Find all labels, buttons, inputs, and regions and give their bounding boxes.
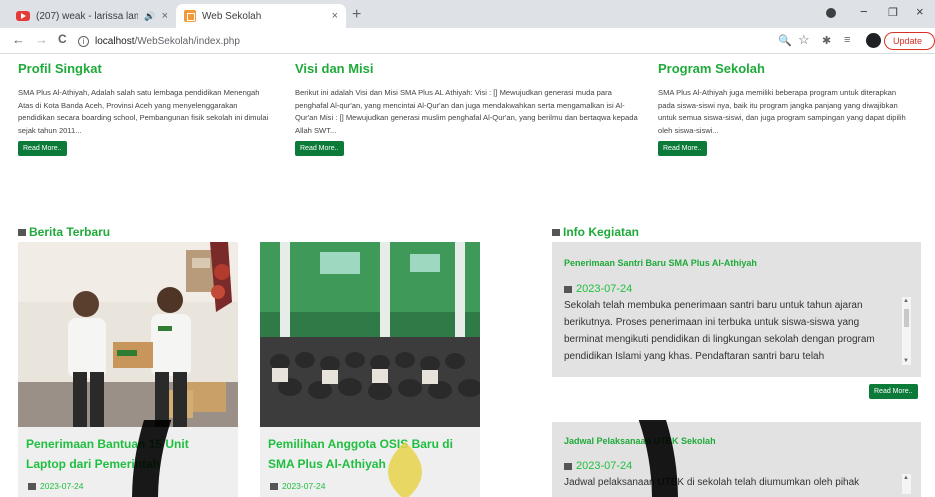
news-date-value: 2023-07-24: [282, 481, 326, 491]
url-host: localhost: [95, 35, 135, 47]
scroll-down-icon[interactable]: ▼: [903, 358, 909, 364]
profil-read-more-button[interactable]: Read More..: [18, 141, 67, 156]
forward-button[interactable]: →: [35, 32, 48, 47]
media-icon[interactable]: ≡: [844, 34, 850, 46]
visi-misi-text: Berikut ini adalah Visi dan Misi SMA Plu…: [295, 88, 638, 135]
info-scrollbar[interactable]: ▲ ▼: [902, 297, 911, 365]
news-title[interactable]: Pemilihan Anggota OSIS Baru di SMA Plus …: [268, 434, 473, 474]
info-read-more-button[interactable]: Read More..: [869, 384, 918, 399]
info-date: 2023-07-24: [564, 283, 632, 295]
close-tab-icon[interactable]: ×: [332, 10, 338, 22]
berita-heading-label: Berita Terbaru: [29, 225, 111, 239]
address-bar[interactable]: i localhost/WebSekolah/index.php: [78, 31, 820, 51]
update-button[interactable]: Update: [884, 32, 935, 50]
reload-button[interactable]: C: [58, 32, 67, 46]
info-heading: Info Kegiatan: [552, 225, 639, 239]
visi-misi-read-more-button[interactable]: Read More..: [295, 141, 344, 156]
profil-text: SMA Plus Al-Athiyah, Adalah salah satu l…: [18, 88, 269, 135]
browser-toolbar: ← → C i localhost/WebSekolah/index.php 🔍…: [0, 28, 935, 54]
page-content: Profil Singkat SMA Plus Al-Athiyah, Adal…: [0, 55, 935, 497]
minimize-button[interactable]: −: [860, 4, 868, 19]
info-date-value: 2023-07-24: [576, 460, 633, 472]
program-read-more-button[interactable]: Read More..: [658, 141, 707, 156]
news-card[interactable]: Pemilihan Anggota OSIS Baru di SMA Plus …: [260, 242, 480, 497]
close-tab-icon[interactable]: ×: [162, 10, 168, 22]
url-path: /WebSekolah/index.php: [134, 35, 240, 47]
info-text: Sekolah telah membuka penerimaan santri …: [564, 300, 875, 362]
recording-icon[interactable]: [826, 8, 836, 18]
info-title[interactable]: Penerimaan Santri Baru SMA Plus Al-Athiy…: [564, 258, 757, 268]
berita-heading: Berita Terbaru: [18, 225, 110, 239]
youtube-icon: [16, 11, 30, 21]
info-heading-label: Info Kegiatan: [563, 225, 640, 239]
news-date-value: 2023-07-24: [40, 481, 84, 491]
news-photo-illustration: [260, 242, 480, 427]
profile-avatar[interactable]: [866, 33, 881, 48]
calendar-icon: [552, 228, 560, 236]
star-icon[interactable]: ☆: [798, 32, 810, 48]
maximize-button[interactable]: ❐: [888, 6, 898, 19]
profil-title: Profil Singkat: [18, 61, 102, 76]
news-card[interactable]: Penerimaan Bantuan 15 Unit Laptop dari P…: [18, 242, 238, 497]
scroll-thumb[interactable]: [904, 309, 909, 327]
news-date: 2023-07-24: [270, 481, 325, 491]
site-favicon-icon: [184, 10, 196, 22]
news-photo-osis[interactable]: [260, 242, 480, 427]
scroll-up-icon[interactable]: ▲: [903, 298, 909, 304]
speaker-icon[interactable]: 🔊: [144, 11, 155, 22]
tab-youtube[interactable]: (207) weak - larissa lambert ( 🔊 ×: [8, 4, 176, 28]
calendar-icon: [564, 285, 572, 293]
info-icon[interactable]: i: [78, 35, 89, 47]
browser-tab-bar: (207) weak - larissa lambert ( 🔊 × Web S…: [0, 0, 935, 28]
info-card: Penerimaan Santri Baru SMA Plus Al-Athiy…: [552, 242, 921, 377]
news-date: 2023-07-24: [28, 481, 83, 491]
tab-web-sekolah[interactable]: Web Sekolah ×: [176, 4, 346, 28]
info-text: Jadwal pelaksanaan UTBK di sekolah telah…: [564, 477, 860, 488]
scroll-up-icon[interactable]: ▲: [903, 475, 909, 481]
news-photo-illustration: [18, 242, 238, 427]
calendar-icon: [18, 228, 26, 236]
info-date: 2023-07-24: [564, 460, 632, 472]
calendar-icon: [28, 482, 36, 490]
calendar-icon: [564, 462, 572, 470]
info-scrollbar[interactable]: ▲: [902, 474, 911, 494]
program-title: Program Sekolah: [658, 61, 765, 76]
tab-title: Web Sekolah: [202, 10, 262, 22]
zoom-icon[interactable]: 🔍: [778, 34, 792, 47]
info-date-value: 2023-07-24: [576, 283, 633, 295]
program-text: SMA Plus Al-Athiyah juga memiliki bebera…: [658, 88, 906, 135]
new-tab-button[interactable]: +: [352, 6, 361, 24]
info-card: Jadwal Pelaksanaan UTBK Sekolah 2023-07-…: [552, 422, 921, 497]
extensions-icon[interactable]: ✱: [822, 34, 831, 47]
info-title[interactable]: Jadwal Pelaksanaan UTBK Sekolah: [564, 436, 716, 446]
tab-title: (207) weak - larissa lambert (: [36, 10, 139, 22]
close-window-button[interactable]: ×: [916, 4, 924, 19]
calendar-icon: [270, 482, 278, 490]
back-button[interactable]: ←: [12, 32, 25, 47]
visi-misi-title: Visi dan Misi: [295, 61, 374, 76]
news-photo-laptop[interactable]: [18, 242, 238, 427]
news-title[interactable]: Penerimaan Bantuan 15 Unit Laptop dari P…: [26, 434, 231, 474]
